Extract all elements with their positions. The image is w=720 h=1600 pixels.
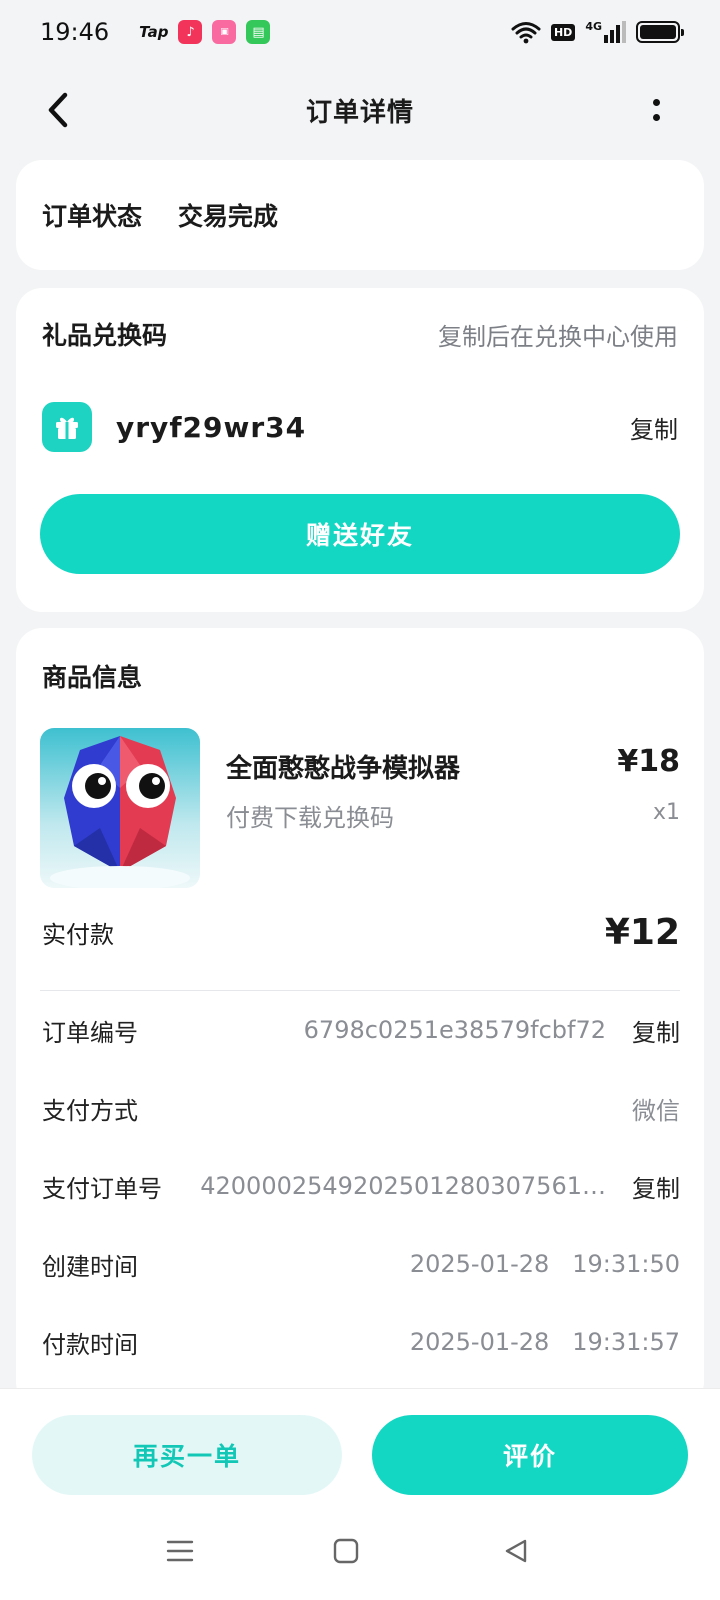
payment-time-row: 付款时间 2025-01-28 19:31:57	[42, 1322, 680, 1362]
product-name: 全面憨憨战争模拟器	[226, 754, 461, 784]
wifi-icon	[511, 22, 541, 44]
paid-amount-value: ¥12	[604, 911, 680, 953]
paid-amount-row: 实付款 ¥12	[42, 910, 680, 954]
send-to-friend-button[interactable]: 赠送好友	[40, 494, 680, 574]
order-status-card: 订单状态 交易完成	[16, 160, 704, 270]
payment-method-value: 微信	[632, 1096, 680, 1125]
menu-nav-button[interactable]	[160, 1531, 200, 1571]
created-time-row: 创建时间 2025-01-28 19:31:50	[42, 1244, 680, 1284]
order-status-label: 订单状态	[42, 202, 143, 231]
gift-code-card: 礼品兑换码 复制后在兑换中心使用 yryf29wr34 复制 赠送好友	[16, 288, 704, 612]
paid-amount-label: 实付款	[42, 920, 114, 949]
created-time-value: 2025-01-28 19:31:50	[409, 1250, 680, 1278]
buy-again-button[interactable]: 再买一单	[32, 1415, 342, 1495]
status-indicators: HD 4G	[511, 20, 684, 44]
order-number-label: 订单编号	[42, 1018, 138, 1047]
product-thumbnail	[40, 728, 200, 888]
payment-order-number-row: 支付订单号 4200002549202501280307561… 复制	[42, 1166, 680, 1206]
copy-payment-order-number-button[interactable]: 复制	[632, 1169, 680, 1204]
messages-app-icon: ▤	[246, 20, 271, 44]
gift-code-hint: 复制后在兑换中心使用	[438, 322, 678, 351]
payment-method-label: 支付方式	[42, 1096, 138, 1125]
gift-code-row: yryf29wr34 复制	[42, 402, 678, 452]
product-price: ¥18	[617, 744, 680, 779]
product-subtitle: 付费下载兑换码	[226, 804, 394, 832]
hd-badge: HD	[550, 23, 576, 41]
more-options-button[interactable]	[636, 86, 676, 134]
gift-code-title: 礼品兑换码	[42, 321, 168, 350]
network-type: 4G	[585, 20, 602, 33]
payment-order-number-label: 支付订单号	[42, 1174, 162, 1203]
tap-app-icon: Tap	[139, 23, 169, 41]
product-info-title: 商品信息	[42, 663, 143, 692]
gift-code-value: yryf29wr34	[116, 410, 307, 444]
battery-icon	[636, 21, 684, 43]
bilibili-app-icon: ▣	[212, 20, 237, 44]
product-item[interactable]: 全面憨憨战争模拟器 ¥18 付费下载兑换码 x1	[40, 728, 680, 888]
back-nav-button[interactable]	[496, 1531, 536, 1571]
signal-icon: 4G	[585, 20, 626, 43]
payment-method-row: 支付方式 微信	[42, 1088, 680, 1128]
status-time: 19:46	[40, 18, 110, 46]
home-nav-button[interactable]	[326, 1531, 366, 1571]
system-navigation-bar	[0, 1515, 720, 1585]
back-triangle-icon	[505, 1539, 527, 1563]
product-info-card: 商品信息 全面憨憨战争模拟器 ¥18 付费下载兑换码 x1 实付款 ¥12 订单…	[16, 628, 704, 1408]
bottom-action-bar: 再买一单 评价	[0, 1388, 720, 1600]
status-bar: 19:46 Tap ♪ ▣ ▤ HD 4G	[0, 0, 720, 64]
order-number-row: 订单编号 6798c0251e38579fcbf72 复制	[42, 1010, 680, 1050]
review-button[interactable]: 评价	[372, 1415, 688, 1495]
created-time-label: 创建时间	[42, 1252, 138, 1281]
order-number-value: 6798c0251e38579fcbf72	[303, 1016, 606, 1044]
gift-icon	[42, 402, 92, 452]
payment-time-value: 2025-01-28 19:31:57	[409, 1328, 680, 1356]
copy-order-number-button[interactable]: 复制	[632, 1013, 680, 1048]
home-square-icon	[333, 1538, 359, 1564]
music-app-icon: ♪	[178, 20, 203, 44]
divider	[40, 990, 680, 991]
product-quantity: x1	[652, 800, 680, 825]
more-vertical-icon	[652, 99, 660, 106]
payment-order-number-value: 4200002549202501280307561…	[200, 1172, 606, 1200]
menu-icon	[166, 1540, 194, 1562]
order-status-value: 交易完成	[178, 202, 279, 231]
copy-gift-code-button[interactable]: 复制	[630, 410, 678, 445]
notification-app-icons: Tap ♪ ▣ ▤	[139, 20, 271, 44]
nav-bar: 订单详情	[0, 72, 720, 148]
payment-time-label: 付款时间	[42, 1330, 138, 1359]
page-title: 订单详情	[305, 98, 414, 128]
